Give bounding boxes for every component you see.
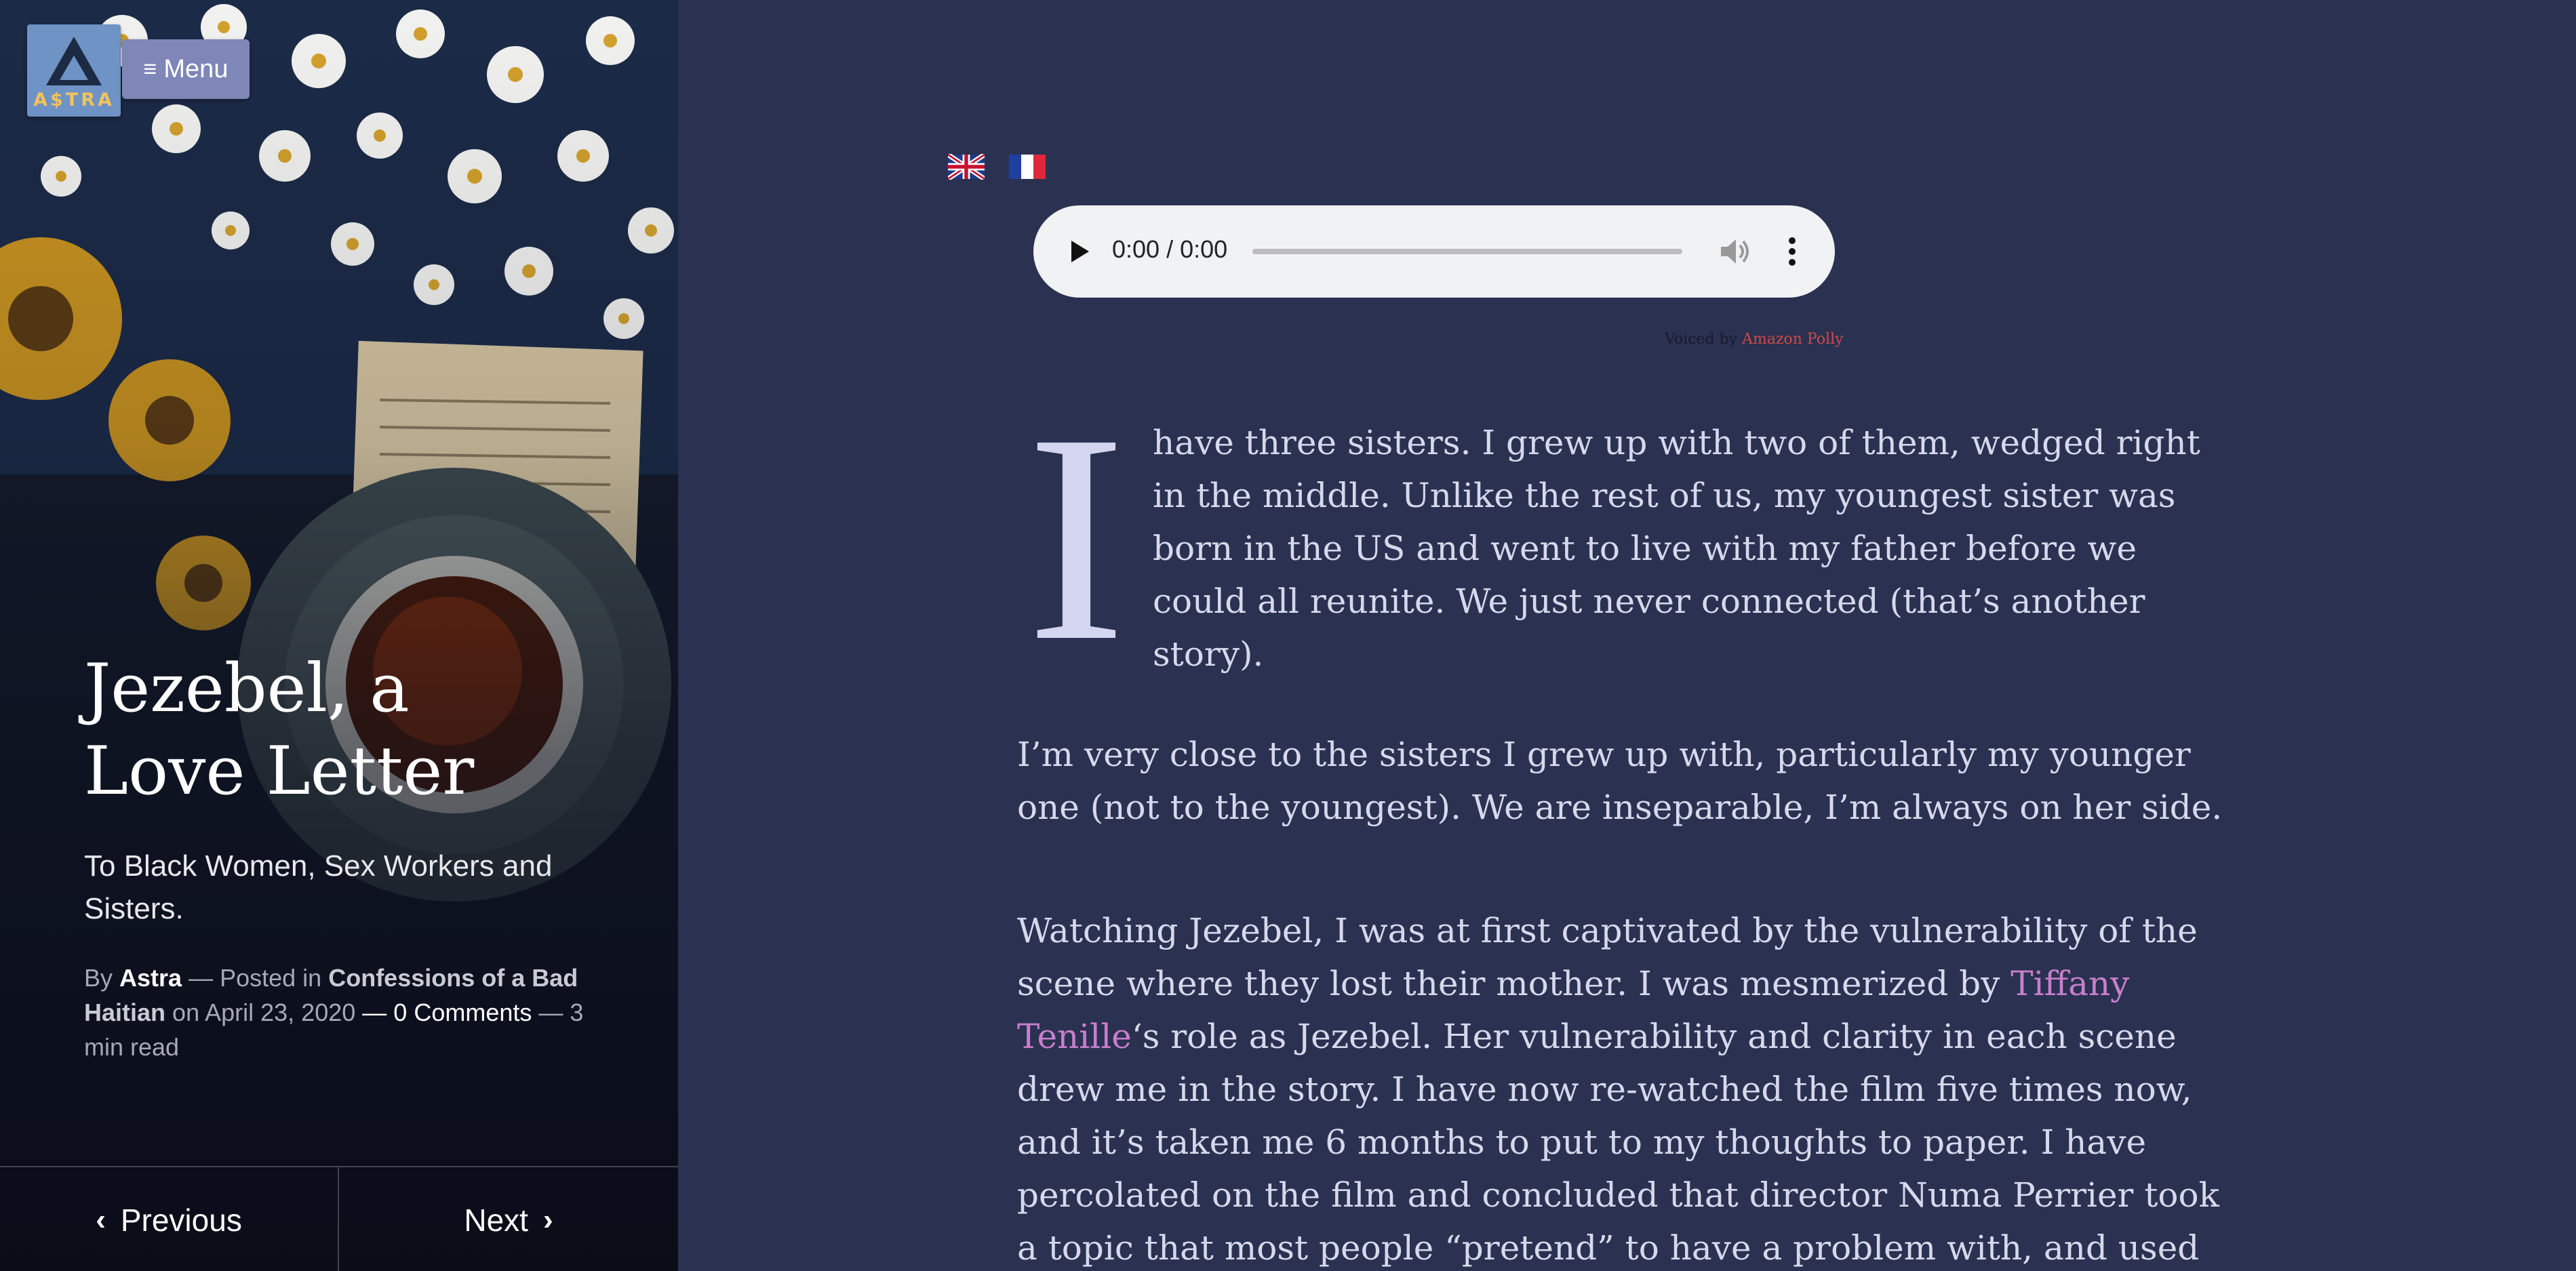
previous-post-button[interactable]: ‹ Previous <box>0 1167 339 1271</box>
astra-triangle-logo-icon <box>46 37 102 85</box>
audio-progress-slider[interactable] <box>1252 249 1682 254</box>
previous-label: Previous <box>120 1202 242 1238</box>
chevron-right-icon: › <box>542 1203 553 1236</box>
meta-author-link[interactable]: Astra <box>119 964 182 992</box>
menu-label: Menu <box>163 54 229 83</box>
paragraph-3-text-end: ‘s role as Jezebel. Her vulnerability an… <box>1017 1017 2219 1268</box>
meta-comments-link[interactable]: 0 Comments <box>393 998 532 1026</box>
voiced-by-credit: Voiced by Amazon Polly <box>1665 331 1844 348</box>
logo-text: A$TRA <box>33 89 115 110</box>
post-navigation: ‹ Previous Next › <box>0 1166 678 1271</box>
paragraph-2: I’m very close to the sisters I grew up … <box>1017 735 2223 827</box>
meta-separator: — <box>538 998 563 1026</box>
hamburger-icon: ≡ <box>143 56 157 82</box>
amazon-polly-link[interactable]: Amazon Polly <box>1742 331 1844 348</box>
meta-separator: — <box>362 998 387 1026</box>
next-label: Next <box>464 1202 528 1238</box>
meta-on-label: on <box>172 998 200 1026</box>
article-content: 0:00 / 0:00 Voiced by Amazon Polly I hav… <box>678 0 2576 1271</box>
post-subtitle: To Black Women, Sex Workers and Sisters. <box>84 849 553 925</box>
menu-button[interactable]: ≡ Menu <box>122 39 250 99</box>
hero-overlay <box>0 0 678 1271</box>
uk-flag-icon[interactable] <box>948 154 985 180</box>
voiced-by-label: Voiced by <box>1665 331 1738 348</box>
audio-player: 0:00 / 0:00 <box>1033 205 1835 298</box>
meta-posted-in-label: — Posted in <box>189 964 322 992</box>
post-hero: A$TRA ≡ Menu Jezebel, a Love Letter To B… <box>0 0 678 1271</box>
next-post-button[interactable]: Next › <box>339 1167 678 1271</box>
post-meta: By Astra — Posted in Confessions of a Ba… <box>84 961 586 1064</box>
meta-by-label: By <box>84 964 113 992</box>
play-icon[interactable] <box>1070 239 1090 264</box>
volume-icon[interactable] <box>1720 237 1751 266</box>
meta-date: April 23, 2020 <box>205 998 356 1026</box>
more-vertical-icon[interactable] <box>1787 237 1797 266</box>
paragraph-1: have three sisters. I grew up with two o… <box>1153 423 2200 674</box>
paragraph-3: Watching Jezebel, I was at first captiva… <box>1017 904 2224 1271</box>
audio-time: 0:00 / 0:00 <box>1112 235 1228 263</box>
drop-cap: I <box>1027 373 1126 703</box>
site-logo[interactable]: A$TRA <box>27 24 121 117</box>
chevron-left-icon: ‹ <box>96 1203 106 1236</box>
post-title: Jezebel, a Love Letter <box>84 650 475 810</box>
france-flag-icon[interactable] <box>1009 154 1046 180</box>
